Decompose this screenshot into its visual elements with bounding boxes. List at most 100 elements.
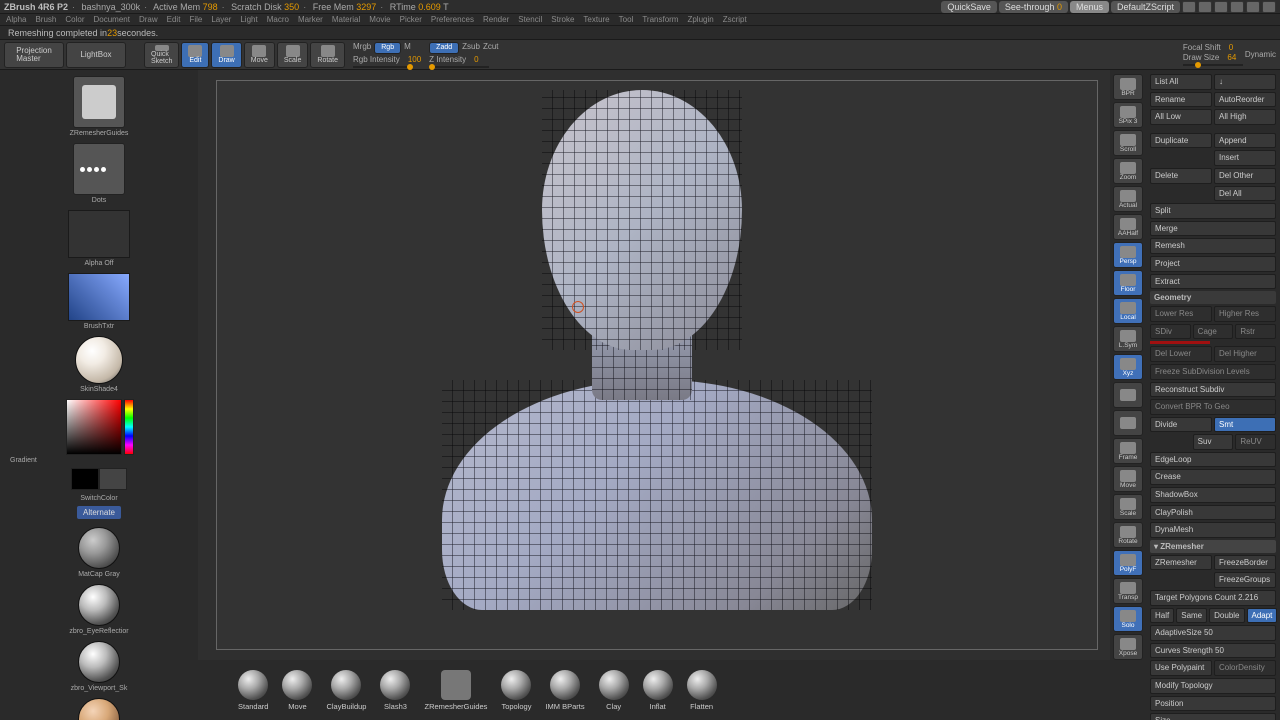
rstrip-rotate[interactable]: Rotate	[1113, 522, 1143, 548]
alternate-button[interactable]: Alternate	[77, 506, 121, 519]
stroke-thumbnail[interactable]	[73, 143, 125, 195]
rstrip-transp[interactable]: Transp	[1113, 578, 1143, 604]
position[interactable]: Position	[1150, 696, 1276, 712]
rstrip-spix[interactable]: SPix 3	[1113, 102, 1143, 128]
brush-immbparts[interactable]: IMM BParts	[545, 670, 584, 711]
mat-viewport[interactable]	[78, 641, 120, 683]
all-low[interactable]: All Low	[1150, 109, 1212, 125]
texture-thumbnail[interactable]	[68, 273, 130, 321]
same[interactable]: Same	[1176, 608, 1207, 624]
rename[interactable]: Rename	[1150, 92, 1212, 108]
claypolish[interactable]: ClayPolish	[1150, 505, 1276, 521]
mat-skin[interactable]	[78, 698, 120, 720]
projection-master-button[interactable]: Projection Master	[4, 42, 64, 68]
menu-edit[interactable]: Edit	[167, 15, 181, 24]
canvas-area[interactable]: Standard Move ClayBuildup Slash3 ZRemesh…	[198, 70, 1110, 720]
lightbox-button[interactable]: LightBox	[66, 42, 126, 68]
menu-document[interactable]: Document	[94, 15, 130, 24]
seethrough-toggle[interactable]: See-through 0	[999, 1, 1068, 13]
rstrip-local[interactable]: Local	[1113, 298, 1143, 324]
z-intensity-slider[interactable]	[429, 66, 489, 68]
hue-slider[interactable]	[124, 399, 134, 455]
color-picker[interactable]	[66, 399, 122, 455]
project[interactable]: Project	[1150, 256, 1276, 272]
menu-preferences[interactable]: Preferences	[431, 15, 474, 24]
delete[interactable]: Delete	[1150, 168, 1212, 184]
menu-macro[interactable]: Macro	[267, 15, 289, 24]
menu-brush[interactable]: Brush	[35, 15, 56, 24]
half[interactable]: Half	[1150, 608, 1174, 624]
use-polypaint[interactable]: Use Polypaint	[1150, 660, 1212, 676]
reconstruct-subdiv[interactable]: Reconstruct Subdiv	[1150, 382, 1276, 398]
menu-render[interactable]: Render	[483, 15, 509, 24]
del-other[interactable]: Del Other	[1214, 168, 1276, 184]
rstrip-frame[interactable]: Frame	[1113, 438, 1143, 464]
menu-transform[interactable]: Transform	[642, 15, 678, 24]
brush-slash3[interactable]: Slash3	[380, 670, 410, 711]
adaptive-size[interactable]: AdaptiveSize 50	[1150, 625, 1276, 641]
menu-light[interactable]: Light	[240, 15, 257, 24]
smt-toggle[interactable]: Smt	[1214, 417, 1276, 433]
menu-color[interactable]: Color	[65, 15, 84, 24]
minimize-icon[interactable]	[1230, 1, 1244, 13]
mat-gray[interactable]	[78, 527, 120, 569]
rstrip-btn12[interactable]	[1113, 410, 1143, 436]
menus-button[interactable]: Menus	[1070, 1, 1109, 13]
rstrip-persp[interactable]: Persp	[1113, 242, 1143, 268]
close-icon[interactable]	[1262, 1, 1276, 13]
rstrip-zoom[interactable]: Zoom	[1113, 158, 1143, 184]
mat-eye[interactable]	[78, 584, 120, 626]
menu-texture[interactable]: Texture	[583, 15, 609, 24]
brush-standard[interactable]: Standard	[238, 670, 268, 711]
menu-picker[interactable]: Picker	[400, 15, 422, 24]
dynamesh[interactable]: DynaMesh	[1150, 522, 1276, 538]
rstrip-actual[interactable]: Actual	[1113, 186, 1143, 212]
draw-size-slider[interactable]	[1183, 64, 1243, 66]
rgb-intensity-slider[interactable]	[353, 66, 413, 68]
move-button[interactable]: Move	[244, 42, 275, 68]
freezeborder[interactable]: FreezeBorder	[1214, 555, 1276, 571]
scale-button[interactable]: Scale	[277, 42, 309, 68]
list-all[interactable]: List All	[1150, 74, 1212, 90]
quicksave-button[interactable]: QuickSave	[941, 1, 997, 13]
rgb-toggle[interactable]: Rgb	[374, 42, 401, 54]
zsub-toggle[interactable]: Zsub	[462, 42, 480, 54]
merge[interactable]: Merge	[1150, 221, 1276, 237]
rotate-button[interactable]: Rotate	[310, 42, 345, 68]
extract[interactable]: Extract	[1150, 274, 1276, 290]
del-all[interactable]: Del All	[1214, 186, 1276, 202]
rstrip-floor[interactable]: Floor	[1113, 270, 1143, 296]
mrgb-toggle[interactable]: Mrgb	[353, 42, 371, 54]
maximize-icon[interactable]	[1246, 1, 1260, 13]
split[interactable]: Split	[1150, 203, 1276, 219]
dynamic-toggle[interactable]: Dynamic	[1245, 50, 1276, 59]
arrow-down-icon[interactable]: ↓	[1214, 74, 1276, 90]
edit-button[interactable]: Edit	[181, 42, 209, 68]
brush-zremesherguides[interactable]: ZRemesherGuides	[424, 670, 487, 711]
adapt[interactable]: Adapt	[1247, 608, 1278, 624]
autoreorder[interactable]: AutoReorder	[1214, 92, 1276, 108]
zremesher-header[interactable]: ▾ ZRemesher	[1150, 540, 1276, 553]
menu-tool[interactable]: Tool	[619, 15, 634, 24]
menu-stencil[interactable]: Stencil	[518, 15, 542, 24]
double[interactable]: Double	[1209, 608, 1244, 624]
brush-inflat[interactable]: Inflat	[643, 670, 673, 711]
menu-layer[interactable]: Layer	[211, 15, 231, 24]
tool-thumbnail[interactable]	[73, 76, 125, 128]
zcut-toggle[interactable]: Zcut	[483, 42, 499, 54]
menu-movie[interactable]: Movie	[369, 15, 390, 24]
rstrip-solo[interactable]: Solo	[1113, 606, 1143, 632]
alpha-thumbnail[interactable]	[68, 210, 130, 258]
curves-strength[interactable]: Curves Strength 50	[1150, 643, 1276, 659]
menu-draw[interactable]: Draw	[139, 15, 158, 24]
size[interactable]: Size	[1150, 713, 1276, 720]
material-thumbnail[interactable]	[75, 336, 123, 384]
menu-zscript[interactable]: Zscript	[723, 15, 747, 24]
rstrip-scroll[interactable]: Scroll	[1113, 130, 1143, 156]
edgeloop[interactable]: EdgeLoop	[1150, 452, 1276, 468]
menu-zplugin[interactable]: Zplugin	[687, 15, 713, 24]
freezegroups[interactable]: FreezeGroups	[1214, 572, 1276, 588]
menu-material[interactable]: Material	[332, 15, 360, 24]
rstrip-scale[interactable]: Scale	[1113, 494, 1143, 520]
modify-topology[interactable]: Modify Topology	[1150, 678, 1276, 694]
